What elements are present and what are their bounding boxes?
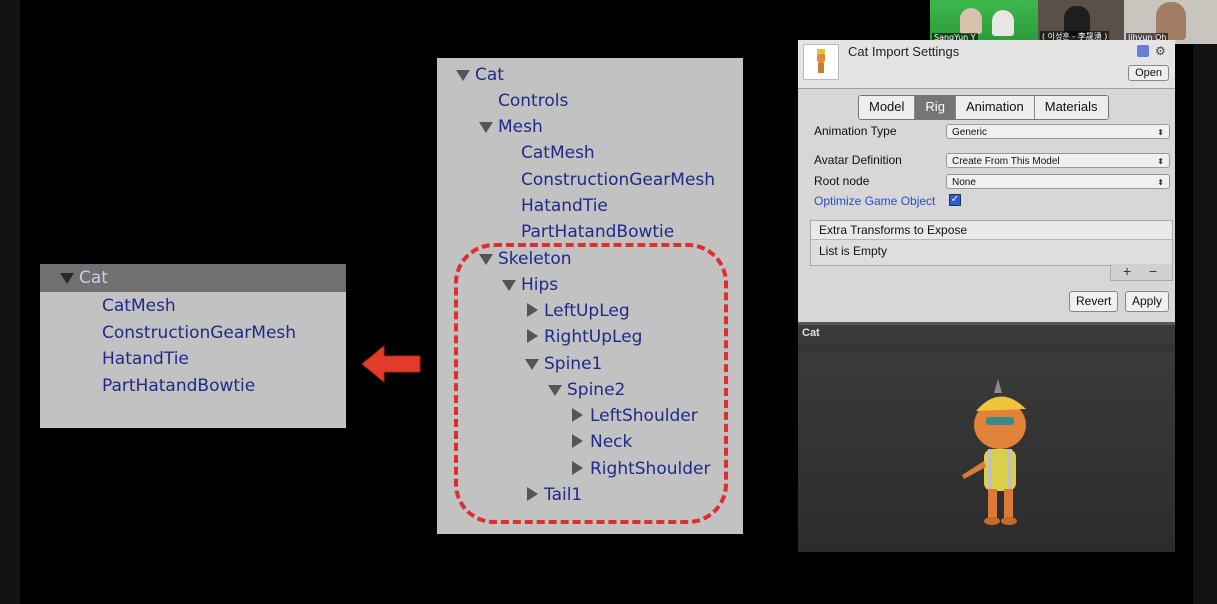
expand-triangle-icon[interactable] [456, 70, 470, 81]
participant-person-icon [992, 10, 1014, 36]
full-hierarchy-panel: Cat Controls Mesh CatMesh ConstructionGe… [437, 58, 743, 534]
select-value: None [952, 177, 976, 188]
asset-thumbnail-icon [803, 44, 839, 80]
tree-item[interactable]: Mesh [498, 114, 543, 140]
tree-item[interactable]: HatandTie [102, 346, 189, 372]
animation-type-select[interactable]: Generic ⬍ [946, 124, 1170, 139]
tree-item[interactable]: ConstructionGearMesh [102, 320, 296, 346]
animation-type-label: Animation Type [814, 124, 897, 138]
apply-button[interactable]: Apply [1125, 291, 1170, 312]
hierarchy-root-row[interactable]: Cat [40, 264, 346, 292]
add-item-button[interactable]: + [1123, 263, 1131, 279]
optimize-game-object-label: Optimize Game Object [814, 194, 936, 208]
tab-materials[interactable]: Materials [1034, 96, 1108, 119]
inspector-title: Cat Import Settings [848, 44, 960, 59]
participant-tile-3[interactable]: Jihyun Oh [1124, 0, 1217, 44]
model-preview[interactable] [798, 345, 1175, 552]
select-arrows-icon: ⬍ [1157, 157, 1164, 166]
inspector-tabs: Model Rig Animation Materials [858, 95, 1109, 120]
participant-tile-2[interactable]: ( 이성훈 - 李晟湧 ) [1038, 0, 1124, 44]
participant-tile-1[interactable]: SangYun Y [930, 0, 1038, 44]
optimize-game-object-checkbox[interactable]: ✓ [949, 194, 961, 206]
right-letterbox [1193, 0, 1217, 604]
help-icon[interactable] [1137, 45, 1149, 57]
skeleton-highlight-outline [454, 243, 728, 524]
tree-item[interactable]: PartHatandBowtie [521, 219, 674, 245]
list-empty-text: List is Empty [819, 244, 888, 258]
tree-item-root[interactable]: Cat [475, 62, 504, 88]
open-button[interactable]: Open [1128, 65, 1169, 81]
select-arrows-icon: ⬍ [1157, 178, 1164, 187]
expand-triangle-icon[interactable] [479, 122, 493, 133]
preview-title: Cat [802, 327, 820, 339]
tab-model[interactable]: Model [859, 96, 916, 119]
tree-item-label: Cat [79, 268, 108, 288]
tab-rig[interactable]: Rig [915, 96, 956, 119]
tree-item[interactable]: CatMesh [521, 140, 595, 166]
root-node-select[interactable]: None ⬍ [946, 174, 1170, 189]
select-arrows-icon: ⬍ [1157, 128, 1164, 137]
remove-item-button[interactable]: − [1149, 263, 1157, 279]
left-letterbox [0, 0, 20, 604]
inspector-header: Cat Import Settings ⚙ Open [798, 40, 1175, 89]
preview-title-bar[interactable]: Cat [798, 322, 1175, 345]
gear-icon[interactable]: ⚙ [1155, 45, 1167, 57]
video-call-strip: SangYun Y ( 이성훈 - 李晟湧 ) Jihyun Oh [930, 0, 1217, 44]
tree-item[interactable]: Controls [498, 88, 568, 114]
root-node-label: Root node [814, 174, 870, 188]
tree-item[interactable]: PartHatandBowtie [102, 373, 255, 399]
participant-person-icon [960, 8, 982, 34]
optimized-hierarchy-panel: Cat CatMesh ConstructionGearMesh HatandT… [40, 264, 346, 428]
select-value: Create From This Model [952, 156, 1060, 167]
expand-triangle-icon[interactable] [60, 273, 74, 284]
left-arrow-icon [362, 344, 421, 384]
extra-transforms-list: Extra Transforms to Expose List is Empty [810, 220, 1173, 266]
import-settings-inspector: Cat Import Settings ⚙ Open Model Rig Ani… [798, 40, 1175, 552]
tree-item[interactable]: ConstructionGearMesh [521, 167, 715, 193]
tree-item[interactable]: HatandTie [521, 193, 608, 219]
tab-animation[interactable]: Animation [955, 96, 1035, 119]
revert-button[interactable]: Revert [1069, 291, 1119, 312]
extra-transforms-header: Extra Transforms to Expose [811, 221, 1172, 240]
tree-item[interactable]: CatMesh [102, 293, 176, 319]
avatar-definition-select[interactable]: Create From This Model ⬍ [946, 153, 1170, 168]
avatar-definition-label: Avatar Definition [814, 153, 902, 167]
cat-character-image [962, 379, 1026, 525]
list-footer: + − [1110, 263, 1173, 281]
select-value: Generic [952, 127, 988, 138]
